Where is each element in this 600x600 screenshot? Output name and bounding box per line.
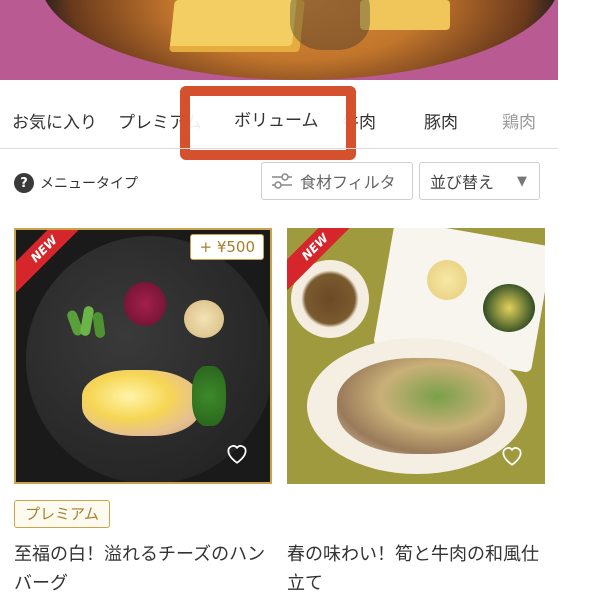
tab-favorites[interactable]: お気に入り [12, 108, 97, 133]
bamboo-beef [337, 358, 505, 454]
help-icon: ? [14, 173, 34, 193]
sort-select[interactable]: 並び替え ▼ [419, 162, 540, 200]
side-dish-greens [483, 284, 535, 332]
hero-tofu [169, 0, 305, 52]
menu-card-title[interactable]: 春の味わい！筍と牛肉の和風仕立て [287, 540, 545, 598]
tab-chicken[interactable]: 鶏肉 [502, 108, 536, 133]
cheese-hamburg [82, 370, 200, 436]
menu-card-title[interactable]: 至福の白！溢れるチーズのハンバーグ [14, 540, 272, 598]
ingredient-filter-button[interactable]: 食材フィルタ [261, 162, 413, 200]
menu-type-button[interactable]: ? メニュータイプ [14, 172, 138, 194]
potato-salad [184, 300, 224, 338]
tab-pork[interactable]: 豚肉 [424, 108, 458, 133]
heart-icon[interactable] [224, 440, 250, 466]
sort-label: 並び替え [430, 173, 495, 192]
hero-food-image [0, 0, 558, 80]
hero-spoon [290, 0, 370, 50]
beet-salad [124, 282, 166, 326]
menu-card-image[interactable]: NEW [287, 228, 545, 484]
filter-sliders-icon [272, 173, 292, 189]
chevron-down-icon: ▼ [517, 174, 527, 189]
ingredient-filter-label: 食材フィルタ [300, 173, 396, 192]
green-beans [67, 306, 106, 338]
premium-badge: プレミアム [14, 500, 110, 528]
tabs-divider [0, 148, 558, 149]
broccoli [192, 366, 226, 426]
hero-tofu [360, 0, 450, 30]
menu-card-image[interactable]: NEW + ¥500 [14, 228, 272, 484]
price-badge: + ¥500 [190, 234, 264, 260]
tab-volume-label: ボリューム [234, 111, 319, 131]
menu-type-label: メニュータイプ [40, 176, 138, 192]
side-dish-potato [427, 260, 467, 300]
heart-icon[interactable] [499, 442, 525, 468]
